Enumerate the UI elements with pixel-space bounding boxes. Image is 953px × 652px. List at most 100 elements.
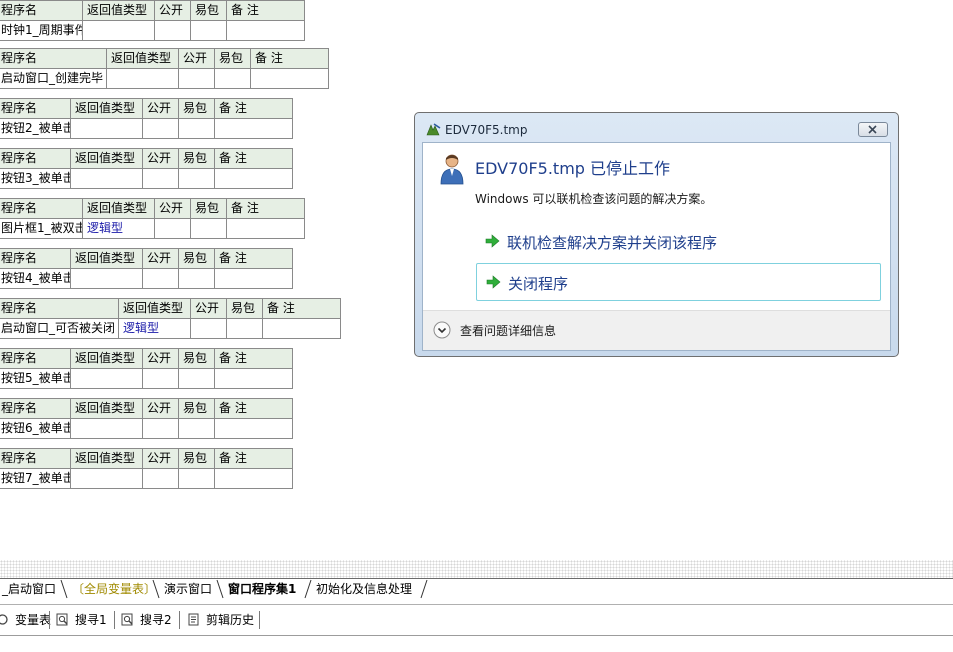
easy-pkg-cell[interactable]	[190, 20, 227, 41]
tab-separator	[60, 579, 68, 599]
return-type-cell[interactable]	[106, 68, 179, 89]
public-cell[interactable]	[142, 118, 179, 139]
col-header-public: 公开	[142, 348, 179, 369]
user-icon	[440, 154, 464, 185]
col-header-name: 程序名	[0, 448, 71, 469]
return-type-cell[interactable]	[70, 168, 143, 189]
col-header-public: 公开	[154, 198, 191, 219]
col-header-public: 公开	[142, 248, 179, 269]
check-online-label: 联机检查解决方案并关闭该程序	[507, 234, 718, 252]
return-type-cell[interactable]	[70, 118, 143, 139]
return-type-cell[interactable]	[70, 468, 143, 489]
public-cell[interactable]	[142, 418, 179, 439]
bottom-toolbar: 变量表 搜寻1 搜寻2 剪辑历史	[0, 604, 953, 636]
tab-global-variables[interactable]: 〔全局变量表〕	[70, 579, 158, 599]
col-header-return: 返回值类型	[70, 398, 143, 419]
col-header-name: 程序名	[0, 398, 71, 419]
public-cell[interactable]	[142, 168, 179, 189]
subroutine-table: 程序名 返回值类型 公开 易包 备 注 启动窗口_创建完毕	[0, 48, 329, 89]
col-header-public: 公开	[142, 98, 179, 119]
public-cell[interactable]	[142, 368, 179, 389]
easy-pkg-cell[interactable]	[178, 168, 215, 189]
public-cell[interactable]	[190, 318, 227, 339]
return-type-cell[interactable]	[70, 268, 143, 289]
easy-pkg-cell[interactable]	[214, 68, 251, 89]
easy-pkg-cell[interactable]	[178, 468, 215, 489]
subroutine-name[interactable]: 按钮3_被单击	[0, 168, 71, 189]
col-header-name: 程序名	[0, 298, 119, 319]
close-button[interactable]	[858, 122, 888, 137]
col-header-return: 返回值类型	[82, 198, 155, 219]
subroutine-name[interactable]: 图片框1_被双击	[0, 218, 83, 239]
col-header-easy: 易包	[178, 348, 215, 369]
remark-cell[interactable]	[214, 418, 293, 439]
col-header-remark: 备 注	[250, 48, 329, 69]
clip-history-button[interactable]: 剪辑历史	[187, 611, 254, 629]
subroutine-name[interactable]: 按钮5_被单击	[0, 368, 71, 389]
easy-pkg-cell[interactable]	[178, 118, 215, 139]
remark-cell[interactable]	[214, 468, 293, 489]
remark-cell[interactable]	[214, 168, 293, 189]
toolbar-separator	[179, 611, 180, 629]
green-arrow-icon	[486, 275, 501, 289]
tab-window-module[interactable]: 窗口程序集1	[226, 579, 298, 599]
tab-startup-window[interactable]: _启动窗口	[0, 579, 58, 599]
close-program-button[interactable]: 关闭程序	[476, 263, 881, 301]
remark-cell[interactable]	[214, 118, 293, 139]
tab-separator	[304, 579, 312, 599]
public-cell[interactable]	[178, 68, 215, 89]
tab-separator	[216, 579, 224, 599]
subroutine-name[interactable]: 按钮4_被单击	[0, 268, 71, 289]
public-cell[interactable]	[154, 218, 191, 239]
dialog-footer: 查看问题详细信息	[423, 310, 890, 350]
chevron-down-icon[interactable]	[433, 321, 451, 339]
close-icon	[868, 125, 877, 134]
return-type-cell[interactable]	[82, 20, 155, 41]
tab-demo-window[interactable]: 演示窗口	[162, 579, 214, 599]
tab-init-message[interactable]: 初始化及信息处理	[314, 579, 414, 599]
remark-cell[interactable]	[214, 368, 293, 389]
easy-pkg-cell[interactable]	[178, 368, 215, 389]
return-type-cell[interactable]: 逻辑型	[82, 218, 155, 239]
remark-cell[interactable]	[214, 268, 293, 289]
view-details-link[interactable]: 查看问题详细信息	[460, 322, 556, 339]
search1-button[interactable]: 搜寻1	[56, 611, 107, 629]
col-header-remark: 备 注	[262, 298, 341, 319]
subroutine-table: 程序名 返回值类型 公开 易包 备 注 按钮6_被单击	[0, 398, 293, 439]
subroutine-name[interactable]: 按钮7_被单击	[0, 468, 71, 489]
subroutine-name[interactable]: 时钟1_周期事件	[0, 20, 83, 41]
easy-pkg-cell[interactable]	[226, 318, 263, 339]
public-cell[interactable]	[154, 20, 191, 41]
remark-cell[interactable]	[262, 318, 341, 339]
public-cell[interactable]	[142, 268, 179, 289]
easy-pkg-cell[interactable]	[190, 218, 227, 239]
col-header-return: 返回值类型	[70, 448, 143, 469]
toolbar-separator	[49, 611, 50, 629]
public-cell[interactable]	[142, 468, 179, 489]
subroutine-name[interactable]: 按钮6_被单击	[0, 418, 71, 439]
easy-pkg-cell[interactable]	[178, 418, 215, 439]
subroutine-name[interactable]: 按钮2_被单击	[0, 118, 71, 139]
col-header-remark: 备 注	[214, 398, 293, 419]
variables-button[interactable]: 变量表	[0, 611, 51, 629]
col-header-return: 返回值类型	[118, 298, 191, 319]
subroutine-name[interactable]: 启动窗口_创建完毕	[0, 68, 107, 89]
easy-pkg-cell[interactable]	[178, 268, 215, 289]
col-header-remark: 备 注	[226, 0, 305, 21]
return-type-cell[interactable]: 逻辑型	[118, 318, 191, 339]
col-header-return: 返回值类型	[70, 148, 143, 169]
check-online-button[interactable]: 联机检查解决方案并关闭该程序	[476, 223, 881, 261]
col-header-easy: 易包	[178, 98, 215, 119]
return-type-cell[interactable]	[70, 418, 143, 439]
remark-cell[interactable]	[226, 218, 305, 239]
return-type-cell[interactable]	[70, 368, 143, 389]
col-header-remark: 备 注	[214, 348, 293, 369]
subroutine-name[interactable]: 启动窗口_可否被关闭	[0, 318, 119, 339]
col-header-easy: 易包	[190, 0, 227, 21]
col-header-name: 程序名	[0, 148, 71, 169]
close-program-label: 关闭程序	[508, 275, 569, 293]
remark-cell[interactable]	[250, 68, 329, 89]
col-header-easy: 易包	[190, 198, 227, 219]
search2-button[interactable]: 搜寻2	[121, 611, 172, 629]
remark-cell[interactable]	[226, 20, 305, 41]
